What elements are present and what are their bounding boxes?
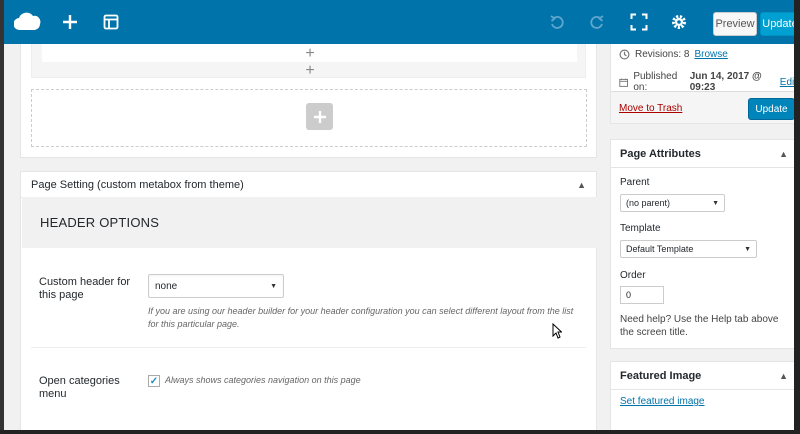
add-row-plus-icon[interactable]: + bbox=[303, 63, 317, 79]
cloud-logo-icon[interactable] bbox=[12, 0, 44, 44]
undo-icon[interactable] bbox=[546, 0, 568, 44]
page-setting-metabox: Page Setting (custom metabox from theme)… bbox=[20, 171, 597, 434]
redo-icon[interactable] bbox=[586, 0, 608, 44]
chevron-down-icon: ▼ bbox=[270, 282, 277, 290]
template-select[interactable]: Default Template ▼ bbox=[620, 240, 757, 258]
add-element-plus-icon[interactable]: + bbox=[303, 46, 317, 62]
chevron-down-icon: ▼ bbox=[712, 199, 719, 207]
featured-image-header[interactable]: Featured Image ▲ bbox=[611, 362, 797, 390]
gear-icon[interactable] bbox=[668, 0, 690, 44]
move-to-trash-link[interactable]: Move to Trash bbox=[619, 103, 682, 114]
section-title: HEADER OPTIONS bbox=[22, 197, 597, 248]
page-attributes-title: Page Attributes bbox=[620, 147, 701, 160]
window-edge bbox=[0, 0, 4, 434]
custom-header-selected: none bbox=[155, 280, 178, 292]
page-builder-area: + + bbox=[20, 44, 597, 158]
template-label: Template bbox=[620, 223, 661, 234]
page-attributes-help: Need help? Use the Help tab above the sc… bbox=[620, 314, 779, 338]
window-edge-bottom bbox=[0, 430, 800, 434]
collapse-arrow-icon[interactable]: ▲ bbox=[779, 149, 788, 159]
published-label: Published on: bbox=[633, 71, 678, 93]
empty-section-dropzone[interactable] bbox=[31, 89, 587, 147]
update-button[interactable]: Update bbox=[748, 98, 795, 120]
set-featured-image-link[interactable]: Set featured image bbox=[620, 396, 705, 407]
order-input[interactable]: 0 bbox=[620, 286, 664, 304]
custom-header-help: If you are using our header builder for … bbox=[148, 306, 574, 329]
preview-button[interactable]: Preview bbox=[713, 12, 757, 36]
history-icon bbox=[619, 49, 630, 60]
calendar-icon bbox=[619, 78, 629, 87]
chevron-down-icon: ▼ bbox=[744, 245, 751, 253]
template-selected: Default Template bbox=[626, 244, 694, 254]
published-line: Published on: Jun 14, 2017 @ 09:23 Edit bbox=[619, 71, 797, 93]
revisions-line: Revisions: 8 Browse bbox=[619, 49, 728, 60]
top-toolbar: Preview Update bbox=[0, 0, 800, 44]
mouse-cursor-icon bbox=[552, 323, 562, 339]
add-section-button[interactable] bbox=[306, 103, 333, 130]
custom-header-label: Custom header for this page bbox=[39, 276, 131, 301]
parent-selected: (no parent) bbox=[626, 198, 671, 208]
custom-header-select[interactable]: none ▼ bbox=[148, 274, 284, 298]
publish-actions: Move to Trash Update bbox=[611, 91, 797, 123]
revisions-label: Revisions: 8 bbox=[635, 49, 690, 60]
divider bbox=[31, 347, 586, 348]
order-label: Order bbox=[620, 270, 646, 281]
featured-image-box: Featured Image ▲ Set featured image bbox=[610, 361, 798, 434]
window-edge-right bbox=[794, 0, 800, 434]
page-attributes-box: Page Attributes ▲ Parent (no parent) ▼ T… bbox=[610, 139, 798, 349]
categories-label: Open categories menu bbox=[39, 375, 120, 400]
editor-window: Preview Update + + Page Setting (custom … bbox=[0, 0, 800, 434]
parent-select[interactable]: (no parent) ▼ bbox=[620, 194, 725, 212]
metabox-header[interactable]: Page Setting (custom metabox from theme)… bbox=[21, 172, 596, 198]
parent-label: Parent bbox=[620, 177, 650, 188]
revisions-browse-link[interactable]: Browse bbox=[694, 49, 727, 60]
published-date: Jun 14, 2017 @ 09:23 bbox=[689, 71, 762, 93]
plus-icon bbox=[313, 110, 326, 123]
categories-checkbox[interactable]: ✓ bbox=[148, 375, 160, 387]
fullscreen-icon[interactable] bbox=[628, 0, 650, 44]
plus-icon[interactable] bbox=[58, 0, 82, 44]
featured-image-title: Featured Image bbox=[620, 369, 702, 382]
collapse-arrow-icon[interactable]: ▲ bbox=[577, 180, 586, 190]
metabox-title: Page Setting (custom metabox from theme) bbox=[31, 178, 244, 191]
publish-box: Revisions: 8 Browse Published on: Jun 14… bbox=[610, 44, 798, 124]
layout-icon[interactable] bbox=[100, 0, 122, 44]
collapse-arrow-icon[interactable]: ▲ bbox=[779, 371, 788, 381]
categories-checkbox-text: Always shows categories navigation on th… bbox=[165, 375, 361, 385]
page-attributes-header[interactable]: Page Attributes ▲ bbox=[611, 140, 797, 168]
